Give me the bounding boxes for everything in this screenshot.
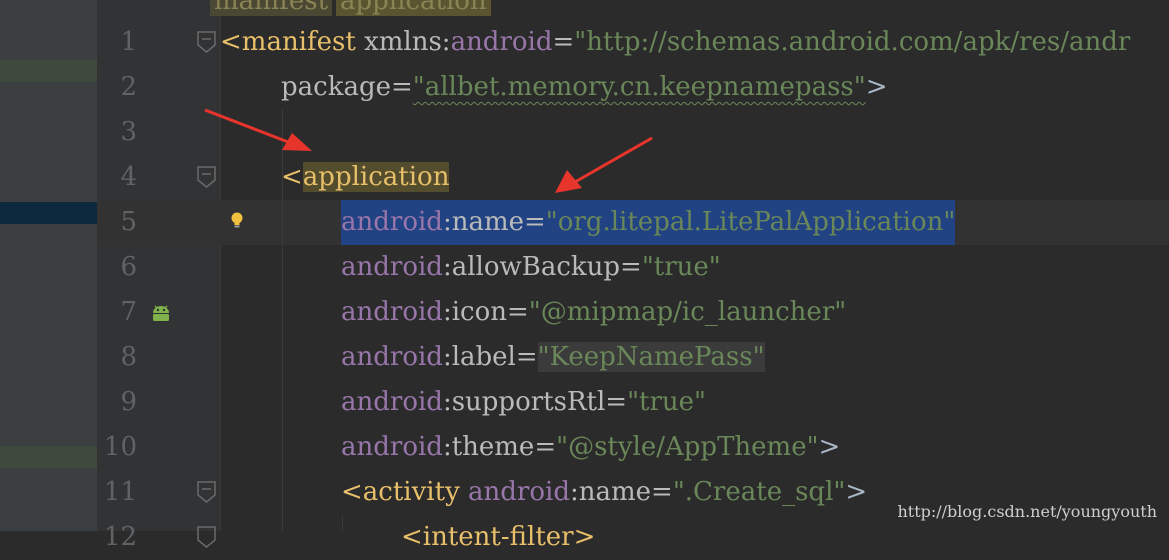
watermark: http://blog.csdn.net/youngyouth — [897, 502, 1157, 521]
annotation-arrows — [204, 108, 653, 193]
annotation-arrow — [555, 136, 653, 193]
annotation-arrow — [204, 108, 312, 151]
